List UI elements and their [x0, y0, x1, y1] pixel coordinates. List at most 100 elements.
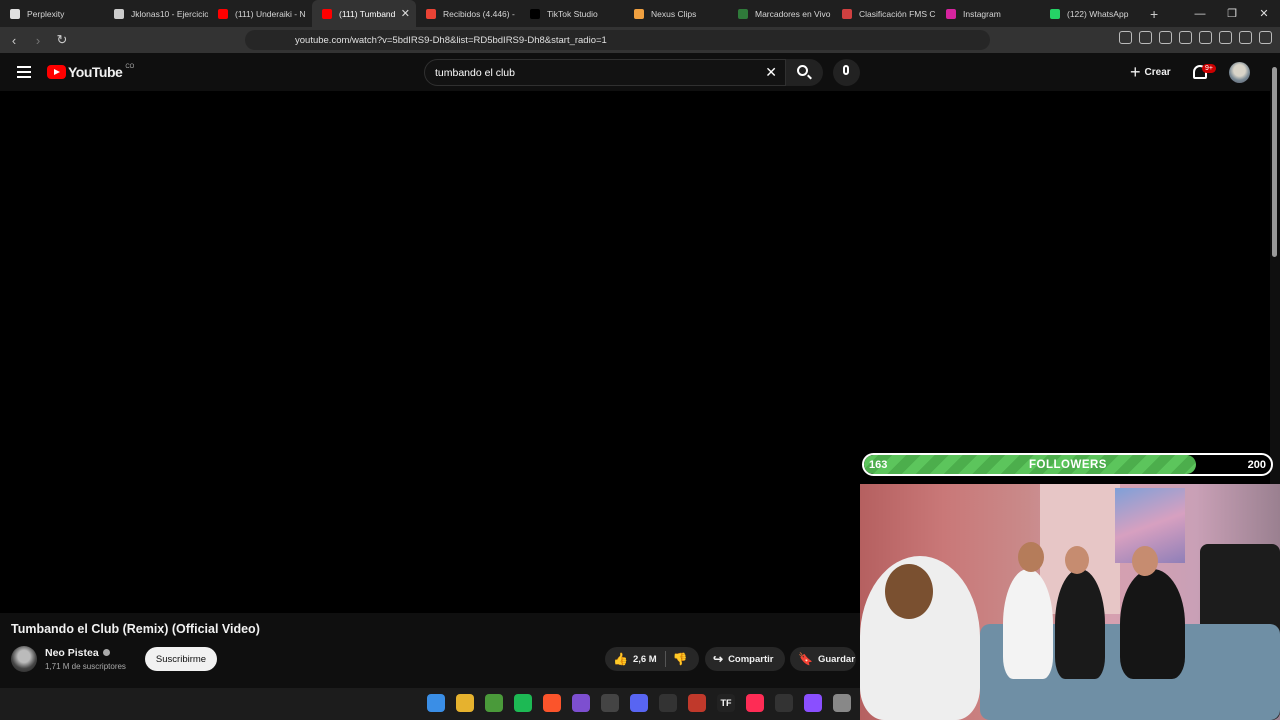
create-label: Crear — [1144, 67, 1171, 78]
browser-tab[interactable]: Nexus Clips — [624, 0, 728, 27]
obs-icon[interactable] — [601, 694, 619, 712]
discord-icon[interactable] — [630, 694, 648, 712]
streamlabs-icon[interactable] — [804, 694, 822, 712]
leo-ai-icon[interactable] — [1219, 31, 1232, 44]
tab-label: Perplexity — [27, 8, 65, 19]
youtube-play-icon — [47, 65, 66, 79]
verified-icon — [102, 649, 110, 656]
scrollbar-thumb[interactable] — [1272, 67, 1277, 257]
tab-label: (111) Underaiki - N — [235, 8, 306, 19]
visual-studio-icon[interactable] — [572, 694, 590, 712]
webcam-person — [1003, 569, 1053, 679]
browser-tab[interactable]: (111) Tumband ✕ — [312, 0, 416, 27]
share-label: Compartir — [728, 653, 774, 665]
search-query: tumbando el club — [435, 66, 515, 79]
account-avatar[interactable] — [1229, 62, 1250, 83]
brave-icon[interactable] — [543, 694, 561, 712]
extensions-icon[interactable] — [1119, 31, 1132, 44]
browser-extensions — [1119, 31, 1272, 44]
subscribe-button[interactable]: Suscribirme — [145, 647, 217, 671]
minecraft-icon[interactable] — [485, 694, 503, 712]
browser-tab[interactable]: Clasificación FMS C — [832, 0, 936, 27]
screenshot-icon[interactable] — [1139, 31, 1152, 44]
search-input[interactable]: tumbando el club ✕ — [424, 59, 786, 86]
notification-badge: 9+ — [1202, 64, 1216, 73]
forward-button[interactable]: › — [28, 33, 48, 48]
vpn-icon[interactable] — [1239, 31, 1252, 44]
tab-label: Instagram — [963, 8, 1001, 19]
new-tab-button[interactable]: + — [1150, 6, 1158, 22]
browser-tab[interactable]: Instagram — [936, 0, 1040, 27]
news-icon[interactable] — [688, 694, 706, 712]
voice-search-button[interactable] — [833, 59, 860, 86]
followers-current: 163 — [869, 459, 888, 471]
menu-hamburger-icon[interactable] — [17, 66, 31, 81]
window-controls: — ❐ ✕ — [1184, 0, 1280, 27]
browser-tab[interactable]: Jklonas10 - Ejercicio — [104, 0, 208, 27]
share-button[interactable]: ↪ Compartir — [705, 647, 785, 671]
webcam-person-head — [1065, 546, 1089, 574]
video-title: Tumbando el Club (Remix) (Official Video… — [11, 622, 260, 636]
url-field[interactable]: youtube.com/watch?v=5bdIRS9-Dh8&list=RD5… — [245, 30, 990, 50]
search-button[interactable] — [786, 59, 823, 86]
browser-tab[interactable]: Marcadores en Vivo — [728, 0, 832, 27]
close-window-button[interactable]: ✕ — [1248, 7, 1280, 20]
browser-tab[interactable]: Perplexity — [0, 0, 104, 27]
webcam-person-head — [1132, 546, 1158, 576]
browser-tab[interactable]: (111) Underaiki - N — [208, 0, 312, 27]
tf-app-icon[interactable]: TF — [717, 694, 735, 712]
tab-favicon-icon — [10, 8, 20, 19]
app-icon[interactable] — [775, 694, 793, 712]
youtube-header: YouTube CO tumbando el club ✕ + Crear — [0, 53, 1270, 91]
followers-goal: 200 — [1247, 459, 1266, 471]
search-icon — [797, 65, 808, 76]
wallet-icon[interactable] — [1199, 31, 1212, 44]
maximize-button[interactable]: ❐ — [1216, 7, 1248, 20]
app-icon-2[interactable] — [833, 694, 851, 712]
tab-label: (122) WhatsApp — [1067, 8, 1129, 19]
youtube-logo[interactable]: YouTube CO — [47, 64, 134, 80]
spotify-icon[interactable] — [514, 694, 532, 712]
close-tab-icon[interactable]: ✕ — [401, 7, 410, 20]
like-icon[interactable]: 👍 — [613, 652, 628, 666]
tiktok-icon[interactable] — [746, 694, 764, 712]
like-dislike-group: 👍 2,6 M 👎 — [605, 647, 699, 671]
browser-tab[interactable]: TikTok Studio — [520, 0, 624, 27]
like-count[interactable]: 2,6 M — [633, 654, 657, 665]
webcam-person — [1120, 569, 1185, 679]
sidebar-icon[interactable] — [1179, 31, 1192, 44]
music-icon[interactable] — [1159, 31, 1172, 44]
tab-favicon-icon — [842, 8, 852, 19]
windows-start-icon[interactable] — [427, 694, 445, 712]
browser-tab[interactable]: (122) WhatsApp — [1040, 0, 1144, 27]
create-button[interactable]: + Crear — [1124, 59, 1180, 86]
plus-icon: + — [1130, 62, 1141, 82]
tab-label: Marcadores en Vivo — [755, 8, 831, 19]
webcam-person — [1055, 569, 1105, 679]
browser-tab[interactable]: Recibidos (4.446) - — [416, 0, 520, 27]
file-explorer-icon[interactable] — [456, 694, 474, 712]
bookmark-icon: 🔖 — [798, 652, 813, 666]
browser-tab-bar: Perplexity Jklonas10 - Ejercicio (111) Und… — [0, 0, 1280, 27]
webcam-person-head — [1018, 542, 1044, 572]
webcam-person-head — [885, 564, 933, 619]
capcut-icon[interactable] — [659, 694, 677, 712]
back-button[interactable]: ‹ — [4, 33, 24, 48]
clear-search-icon[interactable]: ✕ — [765, 64, 777, 81]
channel-name-text: Neo Pistea — [45, 647, 99, 659]
tab-favicon-icon — [530, 8, 540, 19]
save-button[interactable]: 🔖 Guardar — [790, 647, 856, 671]
minimize-button[interactable]: — — [1184, 8, 1216, 20]
tab-label: (111) Tumband — [339, 8, 396, 19]
share-icon: ↪ — [713, 652, 724, 666]
tab-label: Jklonas10 - Ejercicio — [131, 8, 208, 19]
tab-favicon-icon — [634, 8, 644, 19]
channel-name[interactable]: Neo Pistea — [45, 647, 110, 659]
microphone-icon — [843, 65, 849, 75]
channel-avatar[interactable] — [11, 646, 37, 672]
reload-button[interactable]: ↻ — [52, 32, 72, 48]
followers-label: FOLLOWERS — [1029, 459, 1107, 471]
dislike-icon[interactable]: 👎 — [673, 652, 688, 666]
tab-favicon-icon — [218, 8, 228, 19]
menu-icon[interactable] — [1259, 31, 1272, 44]
